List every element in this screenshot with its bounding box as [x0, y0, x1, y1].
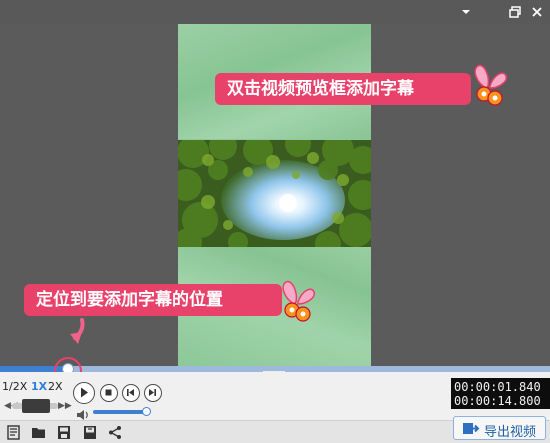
open-folder-icon[interactable]	[31, 425, 47, 440]
close-icon[interactable]	[528, 3, 546, 21]
title-bar	[0, 0, 550, 24]
previous-frame-button[interactable]	[122, 384, 140, 402]
time-display: 00:00:01.840 00:00:14.800	[451, 378, 550, 409]
stop-icon	[105, 389, 112, 396]
play-icon	[81, 387, 88, 398]
export-icon	[462, 421, 480, 440]
export-video-label: 导出视频	[484, 425, 537, 440]
fast-forward-icon[interactable]: ▶▶	[58, 401, 72, 411]
hint-callout-position: 定位到要添加字幕的位置	[24, 284, 282, 316]
speed-option-double[interactable]: 2X	[48, 380, 63, 393]
restore-icon[interactable]	[506, 3, 524, 21]
current-time: 00:00:01.840	[454, 380, 541, 394]
volume-slider[interactable]	[93, 407, 152, 416]
total-time: 00:00:14.800	[454, 394, 541, 408]
hint-text: 双击视频预览框添加字幕	[227, 79, 414, 99]
volume-knob[interactable]	[142, 407, 152, 416]
video-frame	[178, 140, 371, 247]
previous-frame-icon	[127, 389, 134, 396]
share-icon[interactable]	[107, 425, 123, 440]
speed-slider[interactable]: ◀◀ ▶▶	[2, 399, 72, 413]
hint-callout-double-click: 双击视频预览框添加字幕	[215, 73, 471, 105]
save-icon[interactable]	[56, 425, 72, 440]
pointer-arrow-icon	[68, 318, 88, 346]
volume-icon[interactable]	[76, 406, 90, 420]
next-frame-button[interactable]	[144, 384, 162, 402]
volume-level	[93, 410, 147, 414]
bow-icon	[276, 280, 316, 324]
speed-option-normal[interactable]: 1X	[31, 380, 47, 393]
hint-text: 定位到要添加字幕的位置	[36, 290, 223, 310]
speed-option-half[interactable]: 1/2X	[2, 380, 27, 393]
save-as-icon[interactable]	[82, 425, 98, 440]
new-project-icon[interactable]	[6, 425, 22, 440]
video-preview[interactable]: 双击视频预览框添加字幕 定位到要添加字幕的位置	[0, 24, 550, 366]
speed-thumb[interactable]	[22, 399, 50, 413]
next-frame-icon	[149, 389, 156, 396]
bow-icon	[468, 64, 508, 108]
export-video-button[interactable]: 导出视频	[453, 416, 546, 440]
stop-button[interactable]	[100, 384, 118, 402]
play-button[interactable]	[73, 382, 95, 404]
chevron-down-icon[interactable]	[457, 3, 475, 21]
